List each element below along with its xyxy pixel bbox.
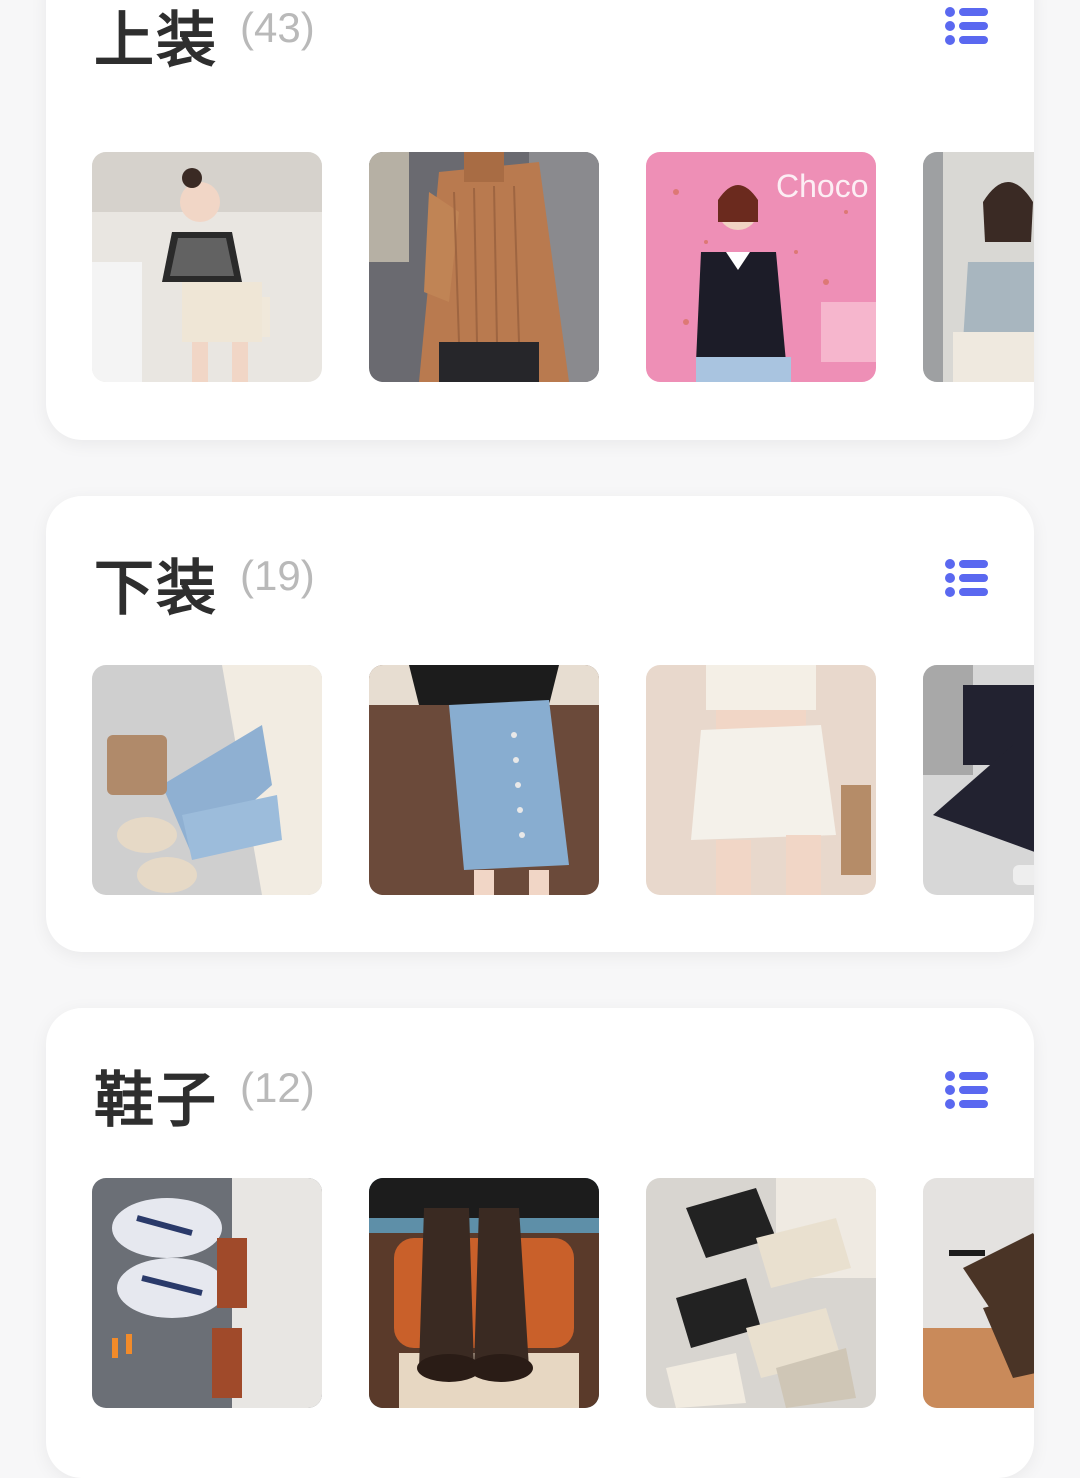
canvas-sneakers-image bbox=[646, 1178, 876, 1408]
chunky-sneakers-image bbox=[92, 1178, 322, 1408]
checkered-top-image bbox=[92, 152, 322, 382]
card-header: 上装 (43) bbox=[94, 0, 990, 120]
leggings-image bbox=[923, 665, 1034, 895]
collar-knit-image: Choco bbox=[646, 152, 876, 382]
category-title: 上装 bbox=[94, 6, 218, 76]
collar-blouse-image bbox=[923, 152, 1034, 382]
thumbnail-bottom-3[interactable] bbox=[646, 665, 876, 895]
jeans-image bbox=[92, 665, 322, 895]
category-card-tops: 上装 (43) Choco bbox=[46, 0, 1034, 440]
category-title: 下装 bbox=[94, 554, 218, 624]
thumbnail-shoe-2[interactable] bbox=[369, 1178, 599, 1408]
card-header: 鞋子 (12) bbox=[94, 1052, 990, 1172]
loafers-image bbox=[923, 1178, 1034, 1408]
list-view-button[interactable] bbox=[944, 558, 990, 598]
thumbnail-row: Choco bbox=[92, 152, 1034, 382]
thumbnail-bottom-2[interactable] bbox=[369, 665, 599, 895]
turtleneck-image bbox=[369, 152, 599, 382]
thumbnail-shoe-3[interactable] bbox=[646, 1178, 876, 1408]
thumbnail-bottom-1[interactable] bbox=[92, 665, 322, 895]
thumbnail-row bbox=[92, 1178, 1034, 1408]
white-shorts-image bbox=[646, 665, 876, 895]
list-icon bbox=[945, 1071, 988, 1109]
thumbnail-bottom-4[interactable] bbox=[923, 665, 1034, 895]
thumbnail-top-3[interactable]: Choco bbox=[646, 152, 876, 382]
list-view-button[interactable] bbox=[944, 1070, 990, 1110]
thumbnail-shoe-1[interactable] bbox=[92, 1178, 322, 1408]
category-card-shoes: 鞋子 (12) bbox=[46, 1008, 1034, 1478]
denim-skirt-image bbox=[369, 665, 599, 895]
thumbnail-top-2[interactable] bbox=[369, 152, 599, 382]
category-count: (12) bbox=[240, 1064, 315, 1111]
list-view-button[interactable] bbox=[944, 6, 990, 46]
category-title: 鞋子 bbox=[94, 1066, 218, 1136]
thumbnail-row bbox=[92, 665, 1034, 895]
thumbnail-shoe-4[interactable] bbox=[923, 1178, 1034, 1408]
thumbnail-top-4[interactable] bbox=[923, 152, 1034, 382]
category-count: (19) bbox=[240, 552, 315, 599]
category-count: (43) bbox=[240, 4, 315, 51]
thumbnail-top-1[interactable] bbox=[92, 152, 322, 382]
leather-boots-image bbox=[369, 1178, 599, 1408]
list-icon bbox=[945, 7, 988, 45]
list-icon bbox=[945, 559, 988, 597]
card-header: 下装 (19) bbox=[94, 540, 990, 660]
category-card-bottoms: 下装 (19) bbox=[46, 496, 1034, 952]
svg-text:Choco: Choco bbox=[776, 168, 869, 204]
